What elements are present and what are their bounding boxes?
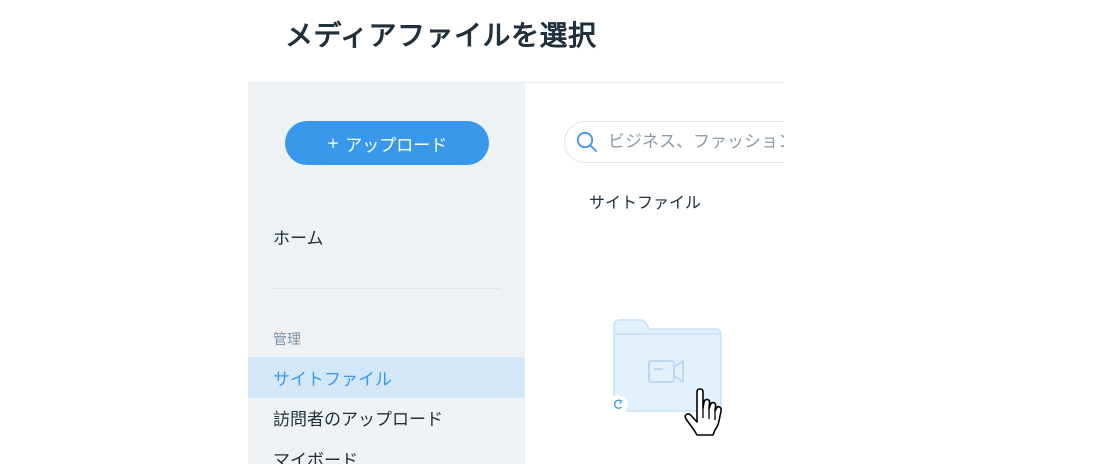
upload-button[interactable]: + アップロード [285, 121, 489, 165]
dialog-title: メディアファイルを選択 [285, 19, 597, 52]
hand-pointer-cursor-icon [684, 388, 722, 436]
sidebar-section-label: 管理 [273, 332, 301, 348]
plus-icon: + [326, 134, 340, 152]
upload-button-label: アップロード [345, 135, 448, 156]
breadcrumb: サイトファイル [589, 193, 702, 212]
sidebar-item-label: 訪問者のアップロード [273, 410, 443, 430]
media-picker-dialog: メディアファイルを選択 + アップロード ホーム 管理 サイトファイル 訪問者の… [0, 0, 1106, 464]
sidebar-item-home[interactable]: ホーム [273, 224, 324, 249]
sidebar-item-visitor-uploads[interactable]: 訪問者のアップロード [248, 397, 525, 438]
sidebar: + アップロード ホーム 管理 サイトファイル 訪問者のアップロード マイボード [248, 83, 525, 464]
sidebar-item-label: サイトファイル [273, 370, 392, 390]
sidebar-divider [273, 288, 500, 289]
search-input[interactable] [606, 131, 784, 153]
sidebar-item-site-files[interactable]: サイトファイル [248, 357, 525, 398]
sidebar-item-label: マイボード [273, 451, 358, 464]
search-box[interactable] [564, 121, 784, 163]
main-panel: サイトファイル [525, 83, 784, 464]
search-icon [576, 131, 597, 152]
sidebar-item-my-boards[interactable]: マイボード [248, 438, 525, 464]
